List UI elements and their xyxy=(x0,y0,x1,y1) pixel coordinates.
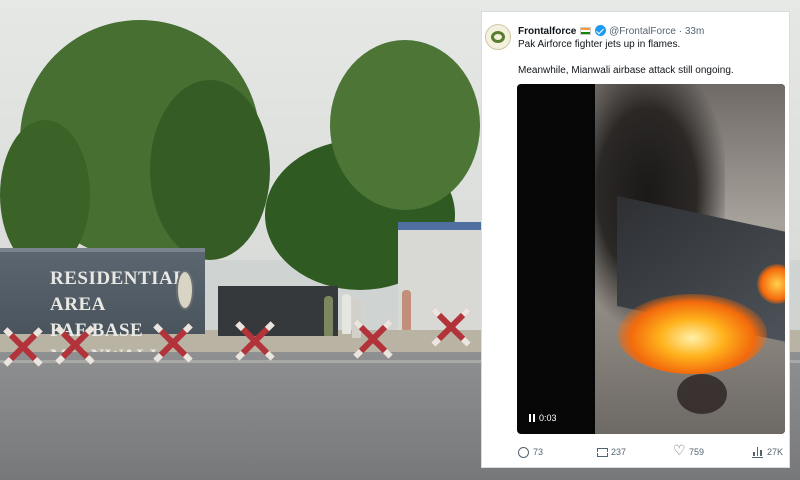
author-name[interactable]: Frontalforce xyxy=(518,26,576,37)
reply-count: 73 xyxy=(533,447,544,457)
video-time-indicator[interactable]: 0:03 xyxy=(525,410,561,426)
scorch-mark xyxy=(677,374,727,414)
video-elapsed-time: 0:03 xyxy=(539,413,557,423)
avatar[interactable] xyxy=(485,24,511,50)
tweet-actions: 73 237 759 27K xyxy=(518,443,783,460)
views-count: 27K xyxy=(767,447,784,457)
fire xyxy=(617,294,767,374)
tweet-card[interactable]: Frontalforce @FrontalForce · 33m Pak Air… xyxy=(481,11,790,468)
barrier xyxy=(150,322,194,363)
views-button[interactable]: 27K xyxy=(752,444,783,460)
barrier xyxy=(428,306,472,347)
reply-button[interactable]: 73 xyxy=(518,444,543,460)
tweet-text-line1: Pak Airforce fighter jets up in flames. xyxy=(518,39,681,50)
views-chart-icon xyxy=(752,446,763,458)
repost-icon xyxy=(596,447,608,458)
barrier xyxy=(232,320,276,361)
tree xyxy=(330,40,480,210)
tweet-video[interactable]: 0:03 xyxy=(517,84,785,434)
barrier xyxy=(0,326,44,367)
pause-icon[interactable] xyxy=(529,414,535,422)
repost-button[interactable]: 237 xyxy=(596,444,626,460)
reply-icon xyxy=(518,446,529,458)
person xyxy=(324,296,333,336)
header-separator: · xyxy=(678,26,683,37)
paf-emblem xyxy=(176,270,194,310)
person xyxy=(402,290,411,330)
repost-count: 237 xyxy=(611,447,627,457)
logo-icon xyxy=(491,31,505,43)
tree xyxy=(150,80,270,260)
verified-badge-icon xyxy=(595,25,607,36)
like-button[interactable]: 759 xyxy=(673,443,705,460)
heart-icon xyxy=(673,443,686,459)
author-handle[interactable]: @FrontalForce xyxy=(609,26,676,37)
like-count: 759 xyxy=(689,447,705,457)
barrier xyxy=(52,324,96,365)
barrier xyxy=(350,318,394,359)
india-flag-icon xyxy=(580,27,592,35)
tweet-text-line2: Meanwhile, Mianwali airbase attack still… xyxy=(518,65,734,76)
tweet-timestamp[interactable]: 33m xyxy=(685,26,704,37)
